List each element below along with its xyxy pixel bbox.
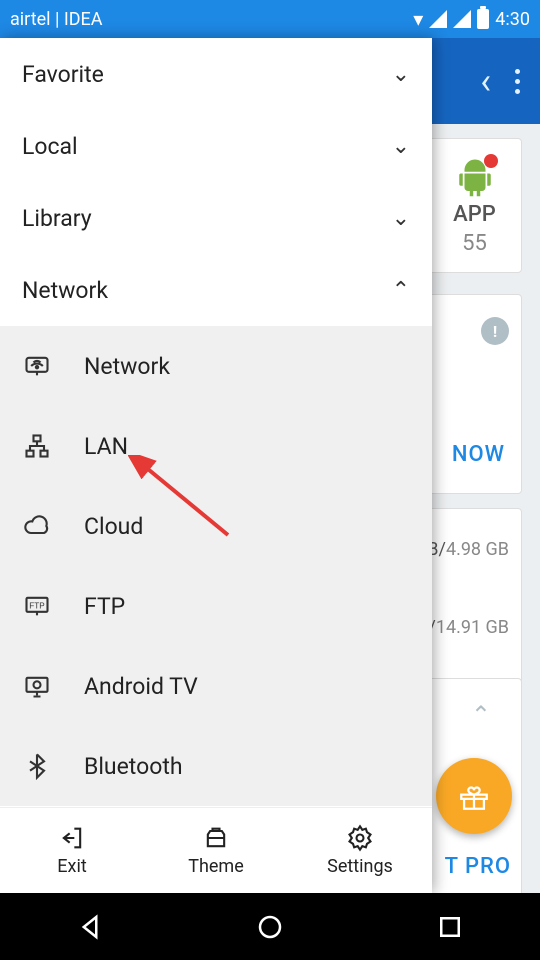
item-ftp[interactable]: FTP FTP <box>0 566 432 646</box>
footer-label: Exit <box>57 856 86 877</box>
nav-recent-icon[interactable] <box>435 912 465 942</box>
status-bar: airtel | IDEA ▾ 4:30 <box>0 0 540 38</box>
ftp-icon: FTP <box>22 591 52 621</box>
chevron-down-icon: ⌄ <box>392 206 410 231</box>
chevron-down-icon: ⌄ <box>392 134 410 159</box>
section-library[interactable]: Library ⌄ <box>0 182 432 254</box>
notification-dot <box>484 154 498 168</box>
cloud-icon <box>22 511 52 541</box>
network-icon <box>22 351 52 381</box>
item-network[interactable]: Network <box>0 326 432 406</box>
drawer-footer: Exit Theme Settings <box>0 807 432 893</box>
fab-gift[interactable] <box>436 758 512 834</box>
item-label: Android TV <box>84 673 198 700</box>
bluetooth-icon <box>22 751 52 781</box>
chevron-up-icon: ⌃ <box>471 701 491 729</box>
lan-icon <box>22 431 52 461</box>
tv-icon <box>22 671 52 701</box>
footer-label: Settings <box>327 856 393 877</box>
overflow-menu-icon[interactable] <box>515 69 520 94</box>
card-promo[interactable]: ! NOW <box>427 294 522 494</box>
section-local[interactable]: Local ⌄ <box>0 110 432 182</box>
storage-line-1: B/4.98 GB <box>427 539 509 560</box>
exit-button[interactable]: Exit <box>0 808 144 893</box>
android-icon <box>454 156 496 198</box>
item-lan[interactable]: LAN <box>0 406 432 486</box>
theme-button[interactable]: Theme <box>144 808 288 893</box>
android-navbar <box>0 893 540 960</box>
item-cloud[interactable]: Cloud <box>0 486 432 566</box>
signal-icon-2 <box>453 10 471 28</box>
section-favorite[interactable]: Favorite ⌄ <box>0 38 432 110</box>
network-subsection: Network LAN Cloud FTP FTP Android TV <box>0 326 432 806</box>
section-label: Local <box>22 133 78 160</box>
item-label: Network <box>84 353 170 380</box>
back-icon[interactable]: ‹ <box>480 60 491 102</box>
exit-icon <box>58 824 86 852</box>
item-android-tv[interactable]: Android TV <box>0 646 432 726</box>
settings-icon <box>346 824 374 852</box>
nav-back-icon[interactable] <box>75 912 105 942</box>
storage-line-2: /14.91 GB <box>428 617 509 638</box>
section-label: Network <box>22 277 108 304</box>
item-label: LAN <box>84 433 128 460</box>
card-app-label: APP <box>453 202 496 227</box>
wifi-icon: ▾ <box>413 9 423 29</box>
signal-icon-1 <box>429 10 447 28</box>
chevron-down-icon: ⌄ <box>392 62 410 87</box>
item-label: FTP <box>84 593 125 620</box>
info-icon: ! <box>481 317 509 345</box>
navigation-drawer: Favorite ⌄ Local ⌄ Library ⌄ Network ⌃ N… <box>0 38 432 893</box>
battery-icon <box>477 9 489 29</box>
section-network[interactable]: Network ⌃ <box>0 254 432 326</box>
card-app[interactable]: APP 55 <box>427 138 522 273</box>
pro-label: T PRO <box>445 854 511 879</box>
theme-icon <box>202 824 230 852</box>
nav-home-icon[interactable] <box>255 912 285 942</box>
footer-label: Theme <box>188 856 244 877</box>
item-bluetooth[interactable]: Bluetooth <box>0 726 432 806</box>
svg-text:FTP: FTP <box>29 601 45 610</box>
section-label: Library <box>22 205 92 232</box>
settings-button[interactable]: Settings <box>288 808 432 893</box>
section-label: Favorite <box>22 61 104 88</box>
item-label: Bluetooth <box>84 753 183 780</box>
item-label: Cloud <box>84 513 143 540</box>
promo-cta: NOW <box>452 442 505 467</box>
clock: 4:30 <box>495 9 530 30</box>
chevron-up-icon: ⌃ <box>392 278 410 303</box>
card-app-count: 55 <box>462 231 487 256</box>
carrier-label: airtel | IDEA <box>10 9 413 30</box>
